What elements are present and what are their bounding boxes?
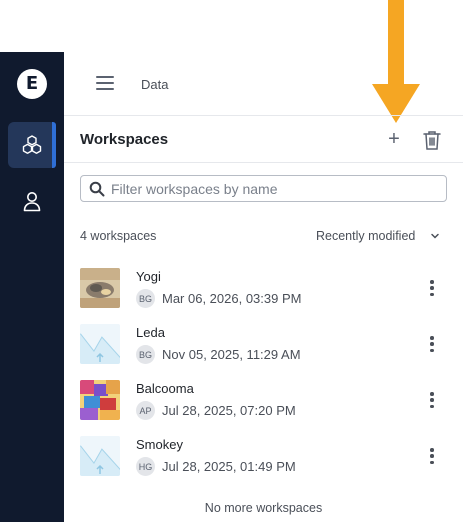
modified-date: Jul 28, 2025, 07:20 PM [162, 403, 296, 418]
sidebar: E [0, 52, 64, 522]
breadcrumb[interactable]: Data [141, 77, 168, 92]
page-title: Workspaces [80, 131, 169, 148]
avatar: BG [136, 345, 155, 364]
top-bar: Data [64, 52, 463, 116]
workspaces-header: Workspaces + [64, 117, 463, 163]
list-item[interactable]: Yogi BG Mar 06, 2026, 03:39 PM [64, 260, 463, 316]
trash-icon[interactable] [422, 129, 442, 151]
workspace-name: Balcooma [136, 381, 194, 396]
active-indicator [52, 122, 56, 168]
avatar: BG [136, 289, 155, 308]
modified-date: Jul 28, 2025, 01:49 PM [162, 459, 296, 474]
sidebar-item-workspaces[interactable] [8, 122, 56, 168]
end-of-list-message: No more workspaces [204, 501, 323, 515]
workspace-name: Smokey [136, 437, 183, 452]
workspace-name: Leda [136, 325, 165, 340]
workspace-count: 4 workspaces [80, 229, 157, 243]
more-options-icon[interactable] [428, 448, 436, 464]
list-item[interactable]: Balcooma AP Jul 28, 2025, 07:20 PM [64, 372, 463, 428]
add-workspace-button[interactable]: + [384, 129, 404, 149]
logo-letter: E [25, 73, 39, 94]
modified-date: Mar 06, 2026, 03:39 PM [162, 291, 302, 306]
chevron-down-icon[interactable] [430, 231, 440, 241]
search-field[interactable] [80, 175, 447, 202]
avatar: HG [136, 457, 155, 476]
modified-date: Nov 05, 2025, 11:29 AM [162, 347, 301, 362]
avatar: AP [136, 401, 155, 420]
hamburger-menu-icon[interactable] [94, 74, 116, 92]
sidebar-item-user[interactable] [19, 188, 45, 214]
search-input[interactable] [111, 178, 441, 199]
workspace-thumbnail [80, 324, 120, 364]
more-options-icon[interactable] [428, 280, 436, 296]
list-item[interactable]: Leda BG Nov 05, 2025, 11:29 AM [64, 316, 463, 372]
more-options-icon[interactable] [428, 392, 436, 408]
more-options-icon[interactable] [428, 336, 436, 352]
workspace-thumbnail [80, 268, 120, 308]
sort-dropdown[interactable]: Recently modified [316, 229, 415, 243]
app-logo[interactable]: E [17, 69, 47, 99]
workspace-thumbnail [80, 436, 120, 476]
workspace-name: Yogi [136, 269, 161, 284]
cubes-icon [22, 135, 42, 154]
workspace-thumbnail [80, 380, 120, 420]
search-icon [89, 181, 105, 197]
user-icon [23, 192, 41, 212]
list-item[interactable]: Smokey HG Jul 28, 2025, 01:49 PM [64, 428, 463, 484]
